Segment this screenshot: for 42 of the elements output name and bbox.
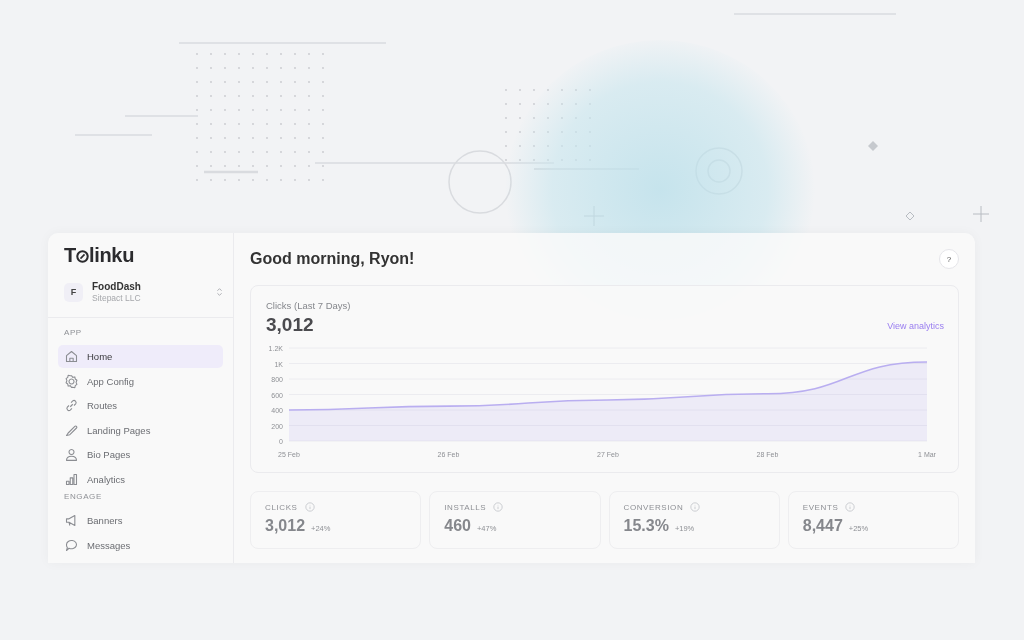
help-button[interactable]: ? — [939, 249, 959, 269]
house-icon — [64, 349, 79, 364]
chevron-updown-icon — [216, 287, 223, 297]
sidebar-item[interactable]: Home — [58, 345, 223, 368]
gear-icon — [64, 373, 79, 389]
bar-chart-icon — [64, 471, 79, 487]
info-icon — [493, 502, 504, 512]
sidebar-item[interactable]: App Config — [58, 369, 223, 393]
info-icon — [690, 502, 701, 512]
brush-icon — [64, 422, 79, 438]
clicks-total: 3,012 — [266, 314, 315, 336]
org-switcher[interactable]: F FoodDash Sitepact LLC — [64, 281, 223, 317]
section-label: ENGAGE — [63, 492, 103, 501]
sidebar-item[interactable]: Messages — [58, 533, 223, 557]
link-icon — [64, 398, 79, 413]
stat-value: 8,447 — [802, 517, 843, 535]
sidebar-item[interactable]: Landing Pages — [58, 418, 223, 442]
sidebar-item[interactable]: Bio Pages — [58, 443, 223, 466]
info-icon — [304, 502, 315, 512]
sidebar-item[interactable]: Banners — [58, 509, 223, 532]
logo-mark-icon — [75, 249, 89, 263]
stat-value: 460 — [444, 517, 471, 535]
sidebar-item[interactable]: Routes — [58, 394, 223, 417]
greeting-title: Good morning, Ryon! — [250, 250, 415, 268]
org-name: FoodDash — [92, 281, 142, 292]
stat-value: 15.3% — [623, 517, 669, 535]
person-icon — [64, 447, 79, 462]
speech-bubble-icon — [64, 537, 79, 553]
info-icon — [845, 502, 856, 512]
stat-label: CONVERSION — [623, 502, 684, 512]
stat-label: EVENTS — [802, 502, 839, 512]
org-company: Sitepact LLC — [92, 293, 142, 303]
stat-value: 3,012 — [265, 517, 306, 535]
logo-text: linku — [88, 243, 135, 267]
chart-title: Clicks (Last 7 Days) — [266, 300, 351, 311]
logo-text: T — [64, 243, 76, 267]
sidebar-item[interactable]: Analytics — [58, 467, 223, 491]
org-avatar: F — [64, 282, 83, 302]
section-label: APP — [63, 328, 83, 337]
stat-label: CLICKS — [265, 502, 298, 512]
view-analytics-link[interactable]: View analytics — [887, 321, 944, 331]
stat-label: INSTALLS — [444, 502, 487, 512]
